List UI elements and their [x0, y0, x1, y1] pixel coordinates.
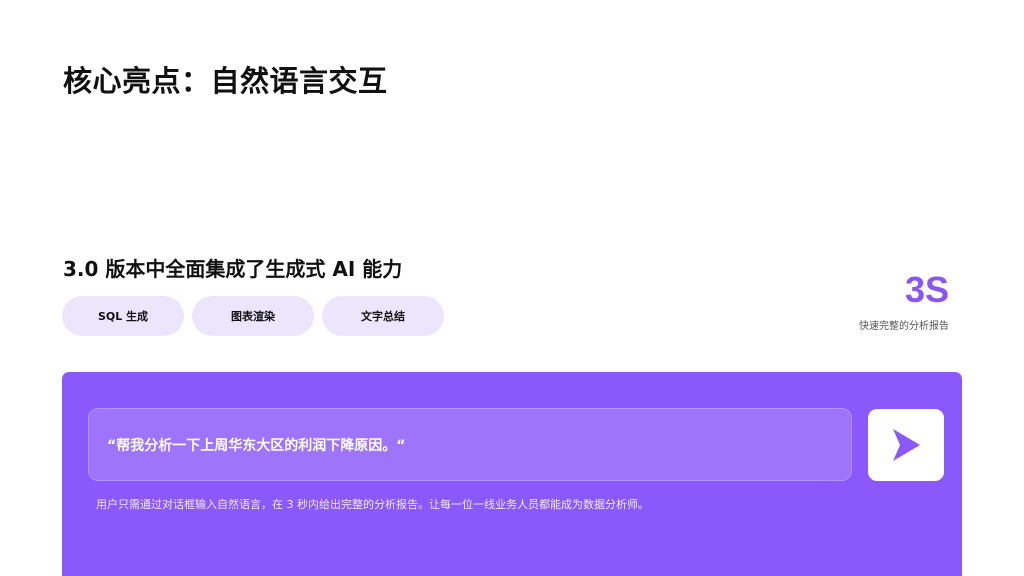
stat-caption: 快速完整的分析报告: [859, 321, 949, 332]
query-input[interactable]: “帮我分析一下上周华东大区的利润下降原因。“: [88, 408, 852, 481]
demo-panel: “帮我分析一下上周华东大区的利润下降原因。“ 用户只需通过对话框输入自然语言，在…: [62, 372, 962, 576]
slide: 核心亮点：自然语言交互 3.0 版本中全面集成了生成式 AI 能力 SQL 生成…: [0, 0, 1024, 576]
query-text: “帮我分析一下上周华东大区的利润下降原因。“: [107, 437, 406, 454]
stat-block: 3S 快速完整的分析报告: [859, 268, 949, 332]
feature-pill-sql[interactable]: SQL 生成: [62, 296, 184, 336]
stat-value: 3S: [904, 269, 949, 310]
play-arrow-icon: [893, 429, 920, 461]
page-title: 核心亮点：自然语言交互: [63, 64, 388, 98]
feature-pill-summary[interactable]: 文字总结: [322, 296, 444, 336]
feature-pill-chart[interactable]: 图表渲染: [192, 296, 314, 336]
demo-description: 用户只需通过对话框输入自然语言，在 3 秒内给出完整的分析报告。让每一位一线业务…: [96, 498, 649, 511]
feature-pills: SQL 生成 图表渲染 文字总结: [62, 296, 444, 336]
send-button[interactable]: [868, 409, 944, 481]
section-subtitle: 3.0 版本中全面集成了生成式 AI 能力: [63, 257, 403, 281]
